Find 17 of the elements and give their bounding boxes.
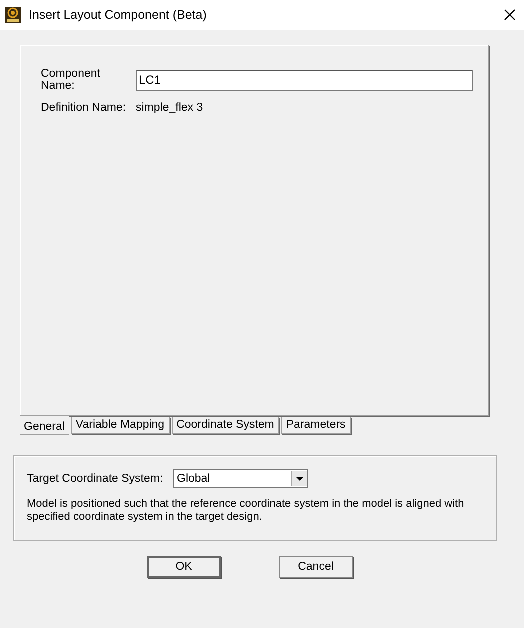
field-label: Component Name: — [41, 68, 102, 92]
definition-name-value: simple_flex 3 — [136, 102, 204, 114]
field-label: Target Coordinate System: — [27, 472, 164, 484]
dropdown-arrow-icon — [296, 476, 304, 480]
window-title: Insert Layout Component (Beta) — [29, 8, 208, 22]
coordinate-system-dropdown[interactable]: Global — [173, 469, 308, 488]
component-name-field[interactable]: LC1 — [136, 70, 473, 90]
tab[interactable]: Coordinate System — [172, 417, 280, 434]
tab[interactable]: General — [20, 416, 69, 435]
ok-button[interactable]: OK — [147, 556, 221, 578]
tab[interactable]: Parameters — [281, 417, 351, 434]
close-icon[interactable] — [504, 9, 516, 21]
tab[interactable]: Variable Mapping — [70, 417, 170, 434]
description-text: Model is positioned such that the reference coordinate system in the model is aligned with specified coordinate system in the target design. — [27, 498, 466, 524]
field-label: Definition Name: — [41, 102, 128, 114]
app-logo-icon — [5, 7, 21, 23]
cancel-button[interactable]: Cancel — [279, 556, 353, 578]
